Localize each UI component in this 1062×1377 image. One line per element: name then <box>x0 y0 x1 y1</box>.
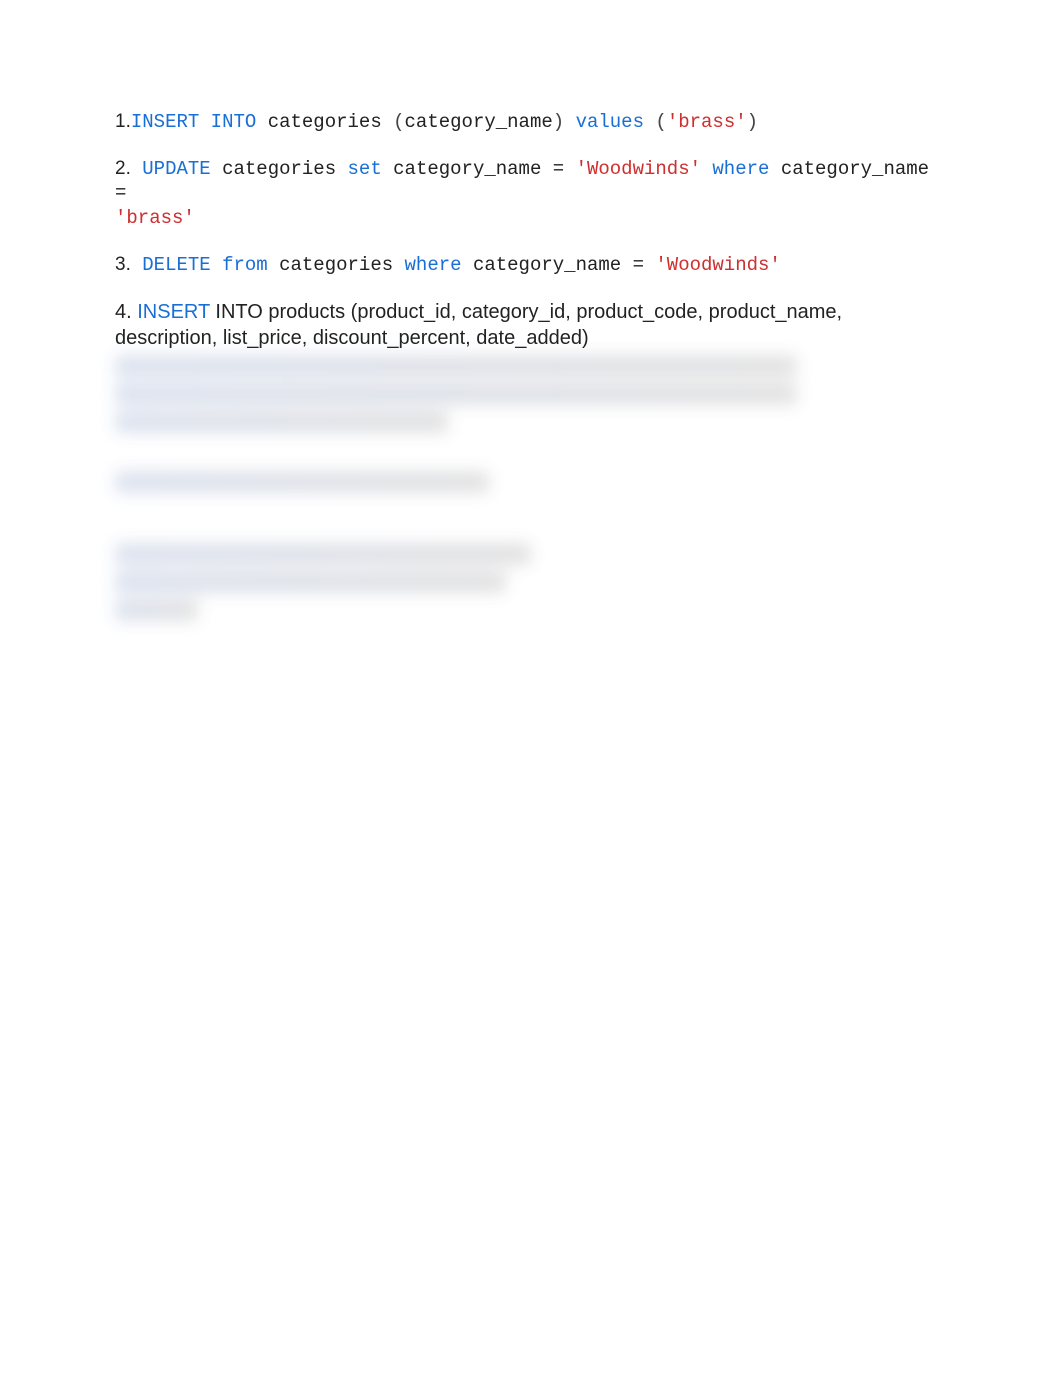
list-item-1: 1.INSERT INTO categories (category_name)… <box>115 110 947 135</box>
sql-text: categories <box>268 254 405 276</box>
item-number: 1. <box>115 111 131 132</box>
string-literal: 'Woodwinds' <box>576 158 701 180</box>
sql-text: INTO products (product_id, category_id, … <box>115 301 842 349</box>
blurred-line <box>115 355 797 377</box>
keyword-insert: INSERT <box>131 111 199 133</box>
blurred-line <box>115 599 198 621</box>
list-item-2: 2. UPDATE categories set category_name =… <box>115 157 947 231</box>
blurred-content <box>115 355 947 621</box>
sql-code: INSERT INTO categories (category_name) v… <box>131 111 758 133</box>
blurred-line <box>115 543 531 565</box>
list-item-3: 3. DELETE from categories where category… <box>115 253 947 278</box>
keyword-where: where <box>701 158 769 180</box>
string-literal: 'Woodwinds' <box>655 254 780 276</box>
blurred-line <box>115 383 797 405</box>
item-number: 3. <box>115 254 131 275</box>
blurred-line <box>115 411 448 433</box>
sql-code: UPDATE categories set category_name = 'W… <box>115 158 929 229</box>
keyword-insert: INSERT <box>132 301 210 323</box>
string-literal: 'brass' <box>115 207 195 229</box>
sql-code: INSERT INTO products (product_id, catego… <box>115 301 842 349</box>
keyword-from: from <box>211 254 268 276</box>
sql-text: categories <box>256 111 393 133</box>
sql-text: categories <box>211 158 348 180</box>
blurred-line <box>115 471 489 493</box>
paren-open: ( <box>644 111 667 133</box>
keyword-set: set <box>348 158 382 180</box>
blurred-line <box>115 571 506 593</box>
sql-text: category_name <box>405 111 553 133</box>
paren-open: ( <box>393 111 404 133</box>
string-literal: 'brass' <box>667 111 747 133</box>
sql-text: category_name = <box>462 254 656 276</box>
item-number: 2. <box>115 158 131 179</box>
keyword-values: values <box>564 111 644 133</box>
paren-close: ) <box>747 111 758 133</box>
sql-code: DELETE from categories where category_na… <box>131 254 781 276</box>
item-number: 4. <box>115 301 132 323</box>
paren-close: ) <box>553 111 564 133</box>
keyword-into: INTO <box>199 111 256 133</box>
sql-text: category_name = <box>382 158 576 180</box>
list-item-4: 4. INSERT INTO products (product_id, cat… <box>115 299 947 621</box>
keyword-where: where <box>405 254 462 276</box>
keyword-update: UPDATE <box>131 158 211 180</box>
keyword-delete: DELETE <box>131 254 211 276</box>
